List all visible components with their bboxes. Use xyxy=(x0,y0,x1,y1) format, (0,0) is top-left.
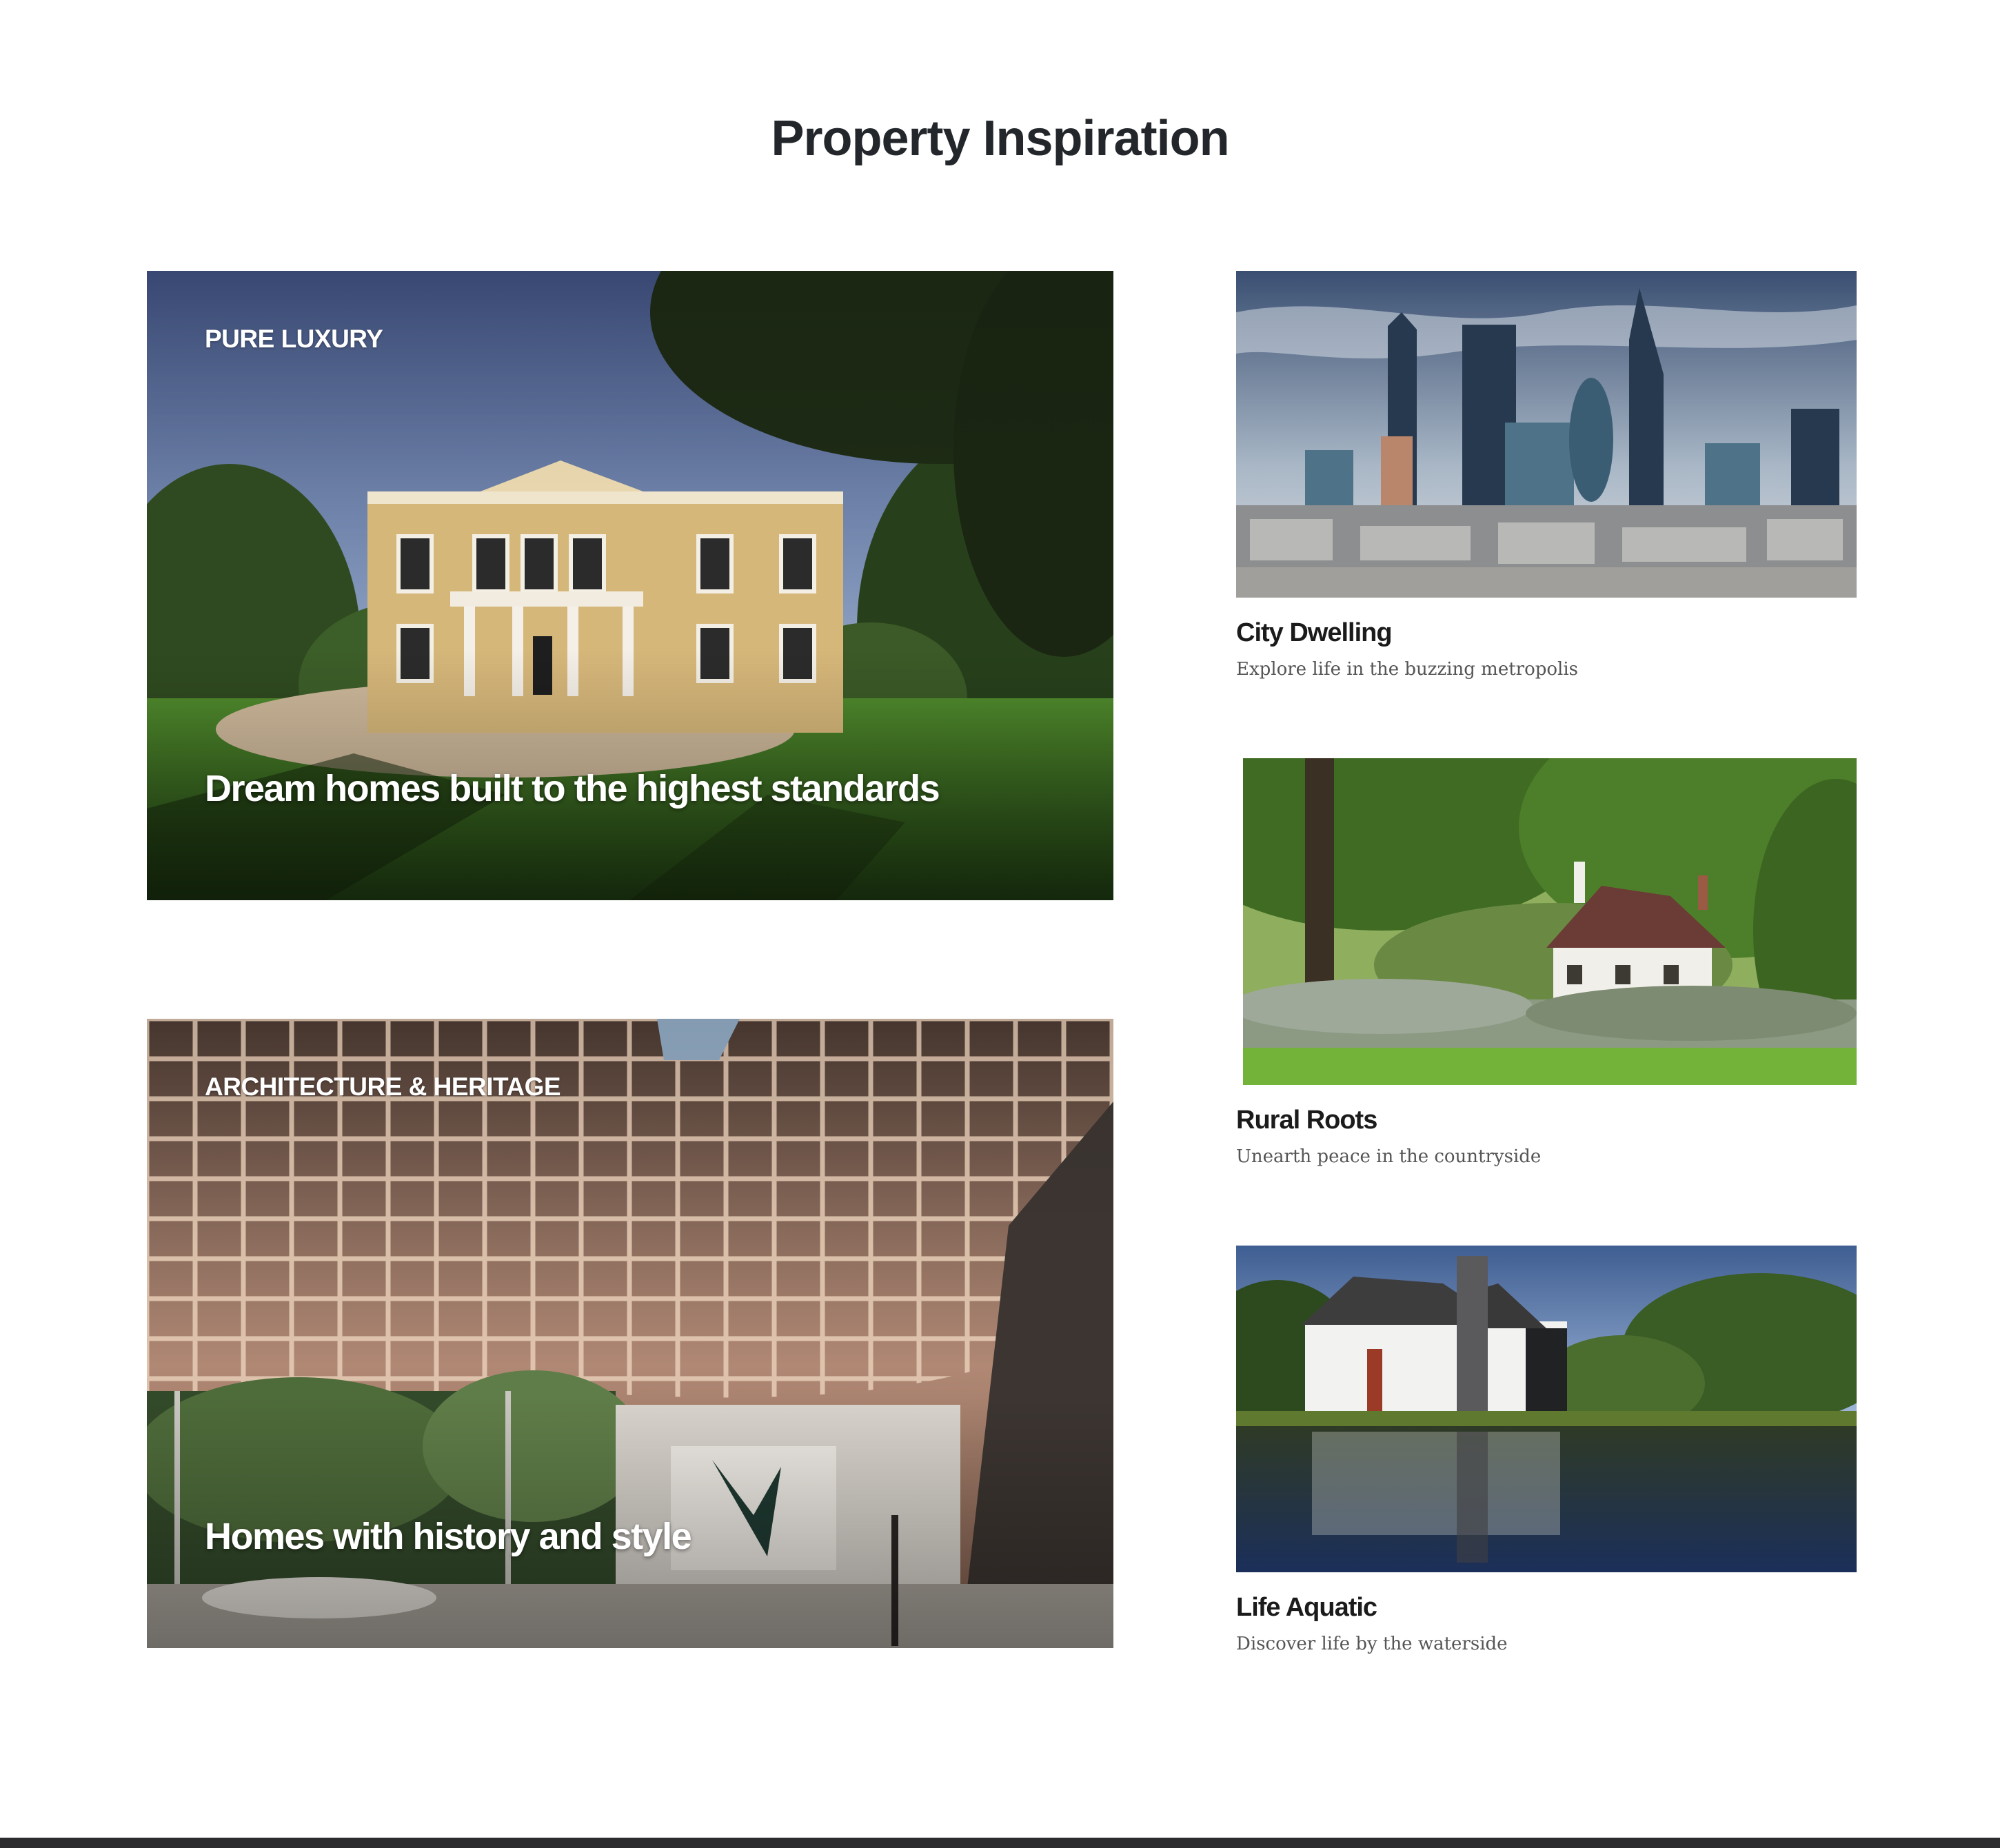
footer-bar xyxy=(0,1838,2000,1848)
category-card-city-dwelling[interactable]: City Dwelling Explore life in the buzzin… xyxy=(1236,271,1857,680)
page-title: Property Inspiration xyxy=(771,111,1229,166)
lakeside-house-photo[interactable] xyxy=(1236,1246,1857,1572)
feature-eyebrow: PURE LUXURY xyxy=(205,325,383,353)
feature-eyebrow: ARCHITECTURE & HERITAGE xyxy=(205,1073,561,1101)
country-cottage-photo[interactable] xyxy=(1243,758,1857,1085)
category-card-life-aquatic[interactable]: Life Aquatic Discover life by the waters… xyxy=(1236,1246,1857,1654)
category-title[interactable]: City Dwelling xyxy=(1236,618,1857,648)
feature-card-architecture-heritage[interactable]: ARCHITECTURE & HERITAGE Homes with histo… xyxy=(147,1019,1113,1648)
category-title[interactable]: Rural Roots xyxy=(1236,1106,1857,1135)
category-title[interactable]: Life Aquatic xyxy=(1236,1593,1857,1623)
city-skyline-photo[interactable] xyxy=(1236,271,1857,598)
category-description: Explore life in the buzzing metropolis xyxy=(1236,659,1579,680)
category-card-rural-roots[interactable]: Rural Roots Unearth peace in the country… xyxy=(1236,758,1857,1167)
category-description: Unearth peace in the countryside xyxy=(1236,1146,1542,1167)
feature-card-pure-luxury[interactable]: PURE LUXURY Dream homes built to the hig… xyxy=(147,271,1113,900)
category-description: Discover life by the waterside xyxy=(1236,1634,1508,1654)
feature-headline[interactable]: Homes with history and style xyxy=(205,1515,692,1558)
feature-headline[interactable]: Dream homes built to the highest standar… xyxy=(205,767,940,810)
